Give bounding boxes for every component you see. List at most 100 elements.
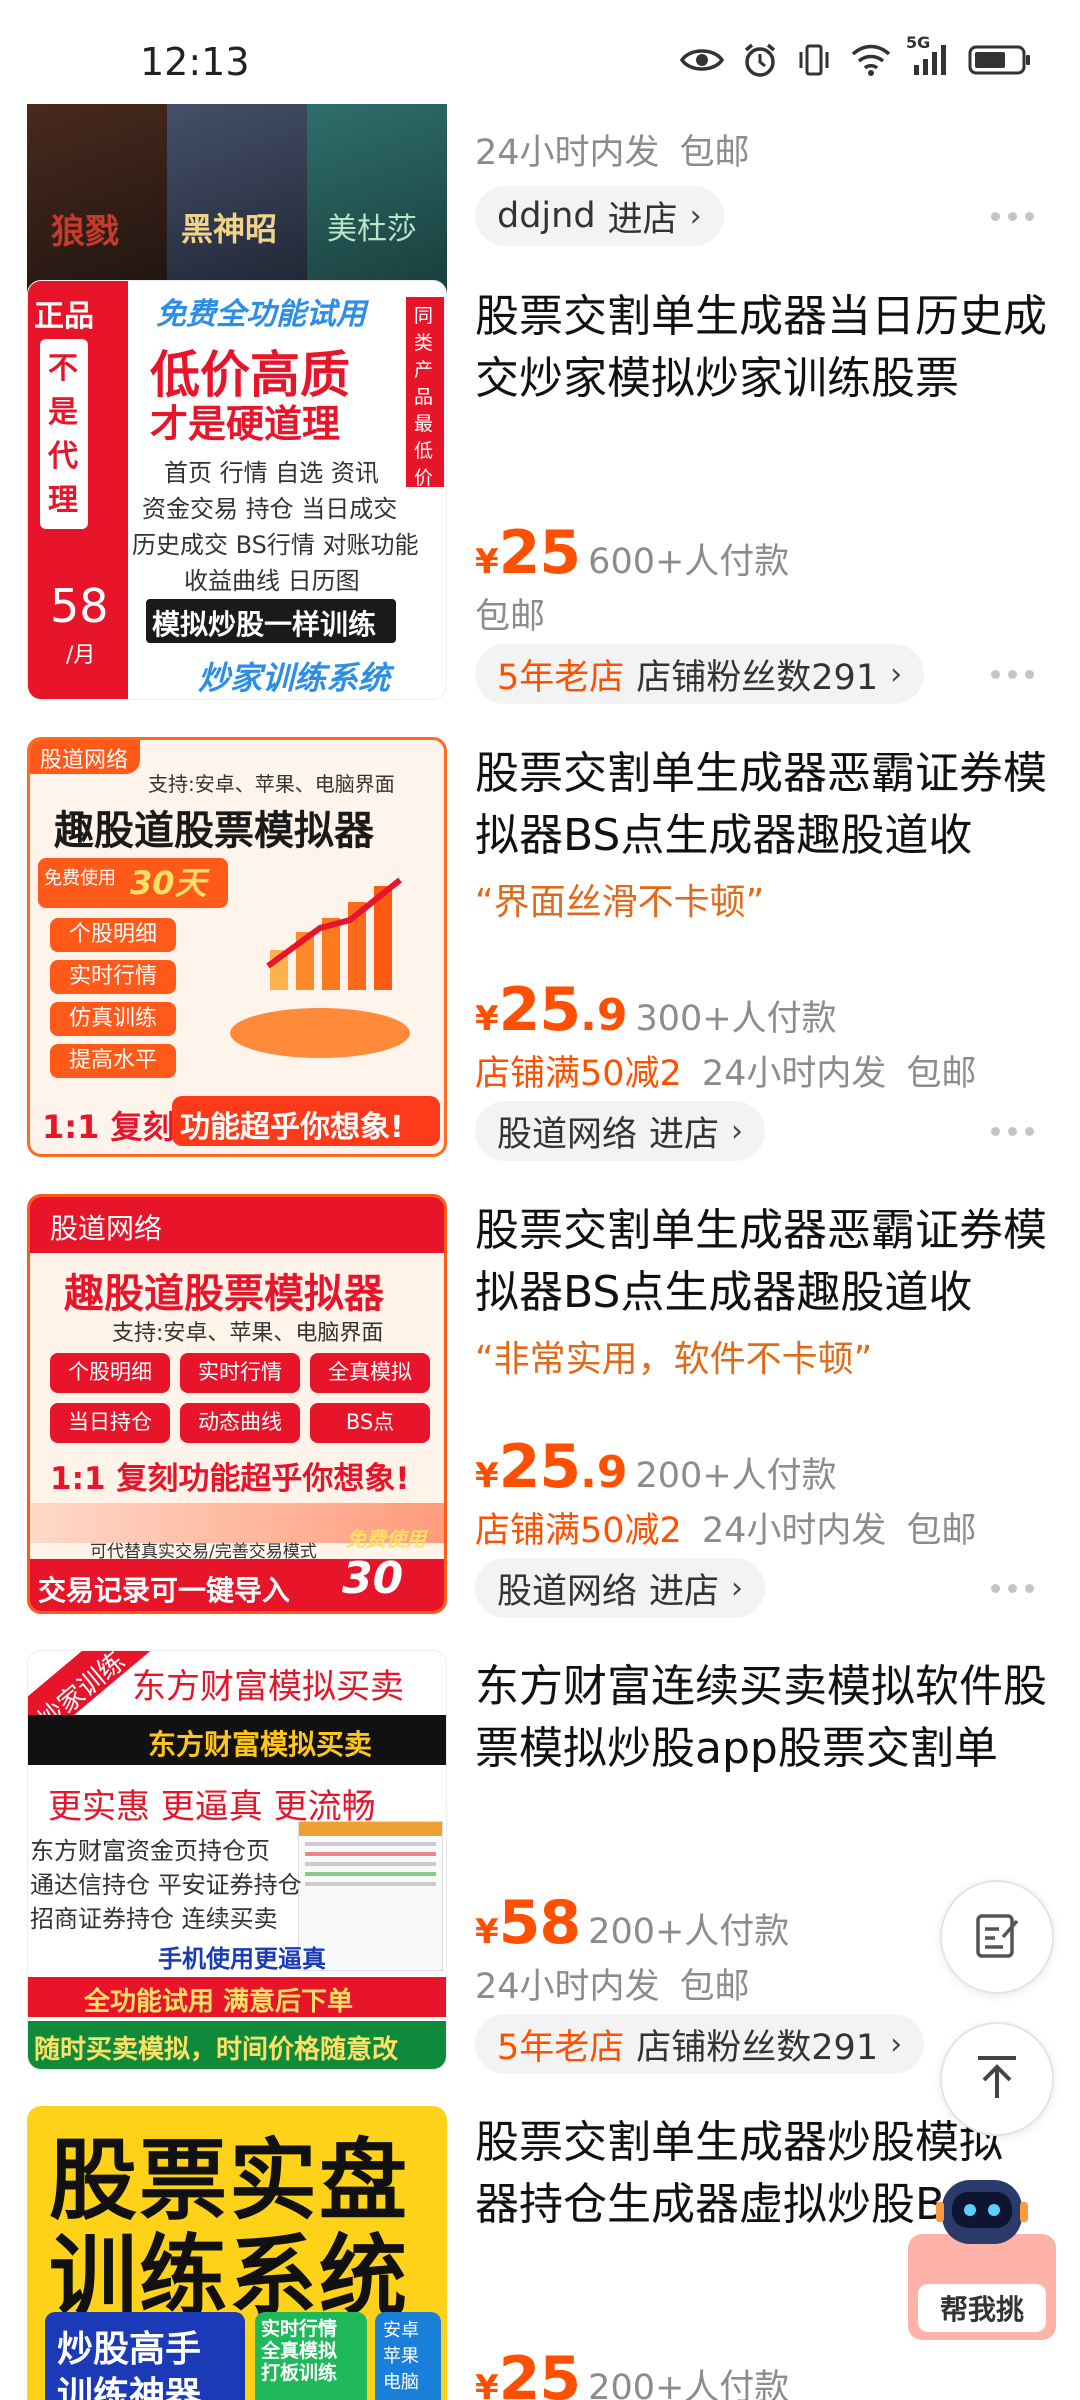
feature-line: 招商证券持仓 连续买卖	[30, 1905, 278, 1933]
currency-symbol: ¥	[475, 1912, 499, 1952]
shop-fans: 店铺粉丝数291	[636, 2027, 879, 2068]
more-options-icon[interactable]	[991, 1584, 1034, 1593]
shop-name: 股道网络	[497, 1571, 638, 1612]
feature-chip: 个股明细	[50, 918, 176, 952]
review-quote: “非常实用，软件不卡顿”	[475, 1339, 873, 1380]
feature-line: 通达信持仓 平安证券持仓	[30, 1871, 302, 1899]
product-title[interactable]: 股票交割单生成器恶霸证券模拟器BS点生成器趣股道收	[475, 743, 1055, 867]
product-info[interactable]: 东方财富连续买卖模拟软件股票模拟炒股app股票交割单	[475, 1656, 1055, 1780]
shipping-row: 包邮	[475, 588, 545, 639]
replica-label: 1:1 复刻	[42, 1108, 175, 1146]
shipping-row: 24小时内发 包邮	[475, 1958, 750, 2009]
feature-chip: 仿真训练	[50, 1002, 176, 1036]
shipping-info: 包邮	[679, 133, 750, 173]
feature-chip: 实时行情	[50, 960, 176, 994]
shipping-info: 包邮	[475, 597, 546, 637]
shop-entry-button[interactable]: ddjnd 进店 ›	[475, 186, 724, 246]
price-row: ¥ 25 200+人付款	[475, 2344, 789, 2400]
product-image[interactable]: 股道网络 支持:安卓、苹果、电脑界面 趣股道股票模拟器 免费使用 30天 个股明…	[27, 737, 447, 1157]
product-info[interactable]: 股票交割单生成器恶霸证券模拟器BS点生成器趣股道收 “界面丝滑不卡顿”	[475, 743, 1055, 925]
feature-line: 资金交易 持仓 当日成交	[142, 495, 398, 523]
product-title[interactable]: 股票交割单生成器当日历史成交炒家模拟炒家训练股票	[475, 286, 1055, 410]
product-info[interactable]: 股票交割单生成器恶霸证券模拟器BS点生成器趣股道收 “非常实用，软件不卡顿”	[475, 1200, 1055, 1382]
shop-name: 股道网络	[497, 1114, 638, 1155]
shipping-info: 包邮	[679, 1967, 750, 2007]
shop-age-badge: 5年老店	[497, 2027, 625, 2068]
shipping-row: 店铺满50减2 24小时内发 包邮	[475, 1045, 976, 1096]
network-type: 5G	[906, 33, 931, 52]
signal-icon: 5G	[906, 33, 950, 77]
ad-caption: 美杜莎	[327, 212, 417, 247]
currency-symbol: ¥	[475, 542, 499, 582]
feature-chip: 动态曲线	[180, 1403, 300, 1443]
feature-chip: 实时行情	[180, 1353, 300, 1393]
shipping-info: 24小时内发	[701, 1054, 887, 1094]
feature-chip: 全真模拟	[310, 1353, 430, 1393]
not-agent-label: 不是代理	[48, 351, 78, 518]
more-options-icon[interactable]	[991, 1127, 1034, 1136]
platform-support: 支持:安卓、苹果、电脑界面	[148, 772, 395, 796]
product-image[interactable]: 炒家训练 东方财富模拟买卖 东方财富模拟买卖 更实惠 更逼真 更流畅 东方财富资…	[27, 1650, 447, 2070]
free-trial-days: 30天	[130, 864, 207, 902]
mobile-note: 手机使用更逼真	[158, 1945, 326, 1973]
product-image[interactable]: 股票实盘 训练系统 炒股高手 训练神器 实时行情 全真模拟 打板训练 安卓 苹果…	[27, 2106, 447, 2400]
more-options-icon[interactable]	[991, 670, 1034, 679]
promo-label: 店铺满50减2	[475, 1054, 682, 1094]
price-value: 25	[498, 975, 581, 1045]
product-title[interactable]: 股票交割单生成器恶霸证券模拟器BS点生成器趣股道收	[475, 1200, 1055, 1324]
product-title[interactable]: 东方财富连续买卖模拟软件股票模拟炒股app股票交割单	[475, 1656, 1055, 1780]
vibrate-icon	[796, 42, 832, 78]
shop-entry-button[interactable]: 股道网络 进店 ›	[475, 1101, 766, 1161]
brand-tag: 股道网络	[40, 748, 129, 773]
back-to-top-button[interactable]	[940, 2022, 1054, 2136]
feature-chip: BS点	[310, 1403, 430, 1443]
product-info[interactable]: 股票交割单生成器当日历史成交炒家模拟炒家训练股票	[475, 286, 1055, 410]
product-card[interactable]: 股道网络 支持:安卓、苹果、电脑界面 趣股道股票模拟器 免费使用 30天 个股明…	[0, 737, 1080, 1167]
lowest-price-label: 同类产品最低价	[414, 305, 434, 489]
more-options-icon[interactable]	[991, 212, 1034, 221]
feature-line: 首页 行情 自选 资讯	[164, 459, 379, 487]
feature-line: 收益曲线 日历图	[184, 567, 360, 595]
review-quote: “界面丝滑不卡顿”	[475, 882, 765, 923]
feature-slogan: 1:1 复刻功能超乎你想象!	[50, 1461, 410, 1497]
ad-caption: 黑神昭	[181, 210, 278, 248]
chevron-right-icon: ›	[890, 656, 903, 692]
genuine-tag: 正品	[34, 299, 94, 334]
price-row: ¥ 25 .9 200+人付款	[475, 1432, 837, 1502]
brand-tag: 股道网络	[50, 1212, 163, 1245]
chevron-right-icon: ›	[890, 2026, 903, 2062]
product-card[interactable]: 股道网络 趣股道股票模拟器 支持:安卓、苹果、电脑界面 个股明细 实时行情 全真…	[0, 1194, 1080, 1624]
shop-name: ddjnd	[497, 196, 596, 236]
currency-symbol: ¥	[475, 1456, 499, 1496]
feedback-button[interactable]	[940, 1880, 1054, 1994]
shop-age-badge: 5年老店	[497, 657, 625, 698]
product-card[interactable]: 炒家训练 东方财富模拟买卖 东方财富模拟买卖 更实惠 更逼真 更流畅 东方财富资…	[0, 1650, 1080, 2080]
product-card[interactable]: 正品 不是代理 58 /月 免费全功能试用 同类产品最低价 低价高质 才是硬道理…	[0, 280, 1080, 710]
price-row: ¥ 58 200+人付款	[475, 1888, 789, 1958]
status-icons: 5G	[680, 33, 1032, 78]
feature-line: 东方财富资金页持仓页	[30, 1837, 270, 1865]
feature-chip: 个股明细	[50, 1353, 170, 1393]
platform-support: 支持:安卓、苹果、电脑界面	[112, 1321, 384, 1346]
currency-symbol: ¥	[475, 999, 499, 1039]
shop-entry-button[interactable]: 5年老店 店铺粉丝数291 ›	[475, 2014, 925, 2074]
shop-fans: 店铺粉丝数291	[636, 657, 879, 698]
product-image[interactable]: 股道网络 趣股道股票模拟器 支持:安卓、苹果、电脑界面 个股明细 实时行情 全真…	[27, 1194, 447, 1614]
banner-text: 东方财富模拟买卖	[148, 1728, 373, 1761]
payment-count: 200+人付款	[588, 1912, 790, 1952]
arrow-up-to-top-icon	[970, 2050, 1024, 2108]
shipping-info: 24小时内发	[475, 133, 660, 173]
shop-entry-button[interactable]: 5年老店 店铺粉丝数291 ›	[475, 644, 925, 704]
help-me-pick-button[interactable]: 帮我挑	[908, 2172, 1056, 2340]
feature-list: 实时行情 全真模拟 打板训练	[261, 2318, 338, 2384]
chevron-right-icon: ›	[731, 1570, 744, 1606]
shop-entry-button[interactable]: 股道网络 进店 ›	[475, 1558, 766, 1618]
status-bar: 12:13 5G	[0, 0, 1080, 104]
battery-icon	[968, 44, 1032, 76]
brand-name: 炒家训练系统	[198, 659, 391, 697]
shipping-row: 24小时内发 包邮	[475, 124, 750, 175]
slogan-line-2: 才是硬道理	[150, 402, 341, 446]
ad-caption: 狼戮	[51, 212, 119, 252]
product-image[interactable]: 正品 不是代理 58 /月 免费全功能试用 同类产品最低价 低价高质 才是硬道理…	[27, 280, 447, 700]
trial-cta: 全功能试用 满意后下单	[84, 1987, 354, 2017]
